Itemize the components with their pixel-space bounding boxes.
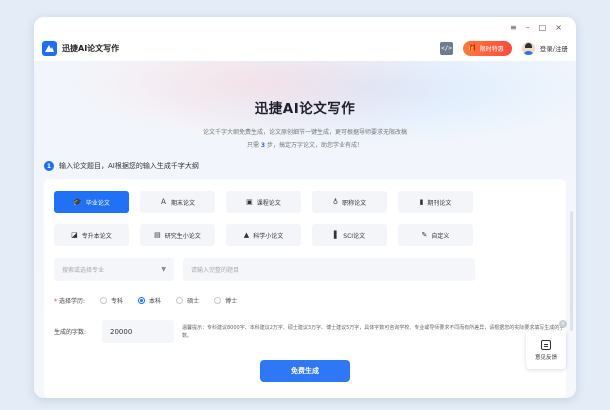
doc-icon: ◪ [71,231,78,239]
radio-button[interactable] [100,297,108,304]
degree-option-label: 硕士 [187,298,200,305]
code-icon[interactable]: </> [440,41,454,55]
paper-type-label: 专升本论文 [81,232,112,240]
letter-a-icon: Ａ [159,198,167,206]
radio-button[interactable] [176,297,184,304]
generate-button[interactable]: 免费生成 [260,360,350,382]
hero-subtitle: 论文千字大纲免费生成，论文原创细节一键生成，更可根据导师要求无限改稿 [202,129,407,136]
degree-option-label: 专科 [111,298,124,305]
degree-option[interactable]: 专科 [100,296,123,305]
book-icon: ▣ [246,198,253,206]
steps-count: 3 [260,142,266,149]
paper-type-button[interactable]: 🎓 毕业论文 [54,191,129,213]
paper-type-button[interactable]: ▲ 科学小论文 [226,224,301,246]
feedback-label: 意见反馈 [534,354,557,361]
title-bar: 迅捷AI论文写作 </> 🎁 限时特惠 登录/注册 [34,35,576,61]
scrollbar[interactable] [570,211,573,331]
paper-type-button[interactable]: ▌ SCI论文 [312,224,387,246]
graduation-cap-icon: 🎓 [73,198,82,206]
app-window: ≡ – □ × 迅捷AI论文写作 </> 🎁 限时特惠 登录/注册 迅捷AI论文… [34,17,576,398]
minimize-icon[interactable]: – [526,21,530,35]
degree-option[interactable]: 硕士 [176,296,199,305]
paper-type-label: 毕业论文 [85,199,110,207]
paper-type-label: 研究生小论文 [164,232,201,240]
step-text: 输入论文题目，AI根据您的输入生成千字大纲 [59,162,199,170]
window-controls: ≡ – □ × [510,21,562,35]
paper-type-label: 期末论文 [170,199,195,207]
paper-type-button[interactable]: ▤ 研究生小论文 [140,224,215,246]
paper-type-label: 科学小论文 [253,232,284,240]
paper-type-button[interactable]: ♁ 职称论文 [312,191,387,213]
feedback-close-icon[interactable]: × [559,320,567,328]
gift-icon: 🎁 [468,44,477,52]
avatar [521,41,535,55]
major-select[interactable]: 搜索或选择专业 ▼ [54,258,174,281]
steps-prefix: 只需 [246,142,259,149]
main-content: 迅捷AI论文写作 论文千字大纲免费生成，论文原创细节一键生成，更可根据导师要求无… [34,61,576,398]
wordcount-label: 生成的字数: [54,329,87,336]
radio-button[interactable] [214,297,222,304]
radio-button[interactable] [138,297,146,304]
pen-icon: ✎ [421,231,428,239]
paper-type-button[interactable]: ◪ 专升本论文 [54,224,129,246]
wordcount-tip: 温馨提示：专科建议8000字、本科建议2万字、硕士建议3万字、博士建议5万字，具… [182,324,565,339]
feedback-icon [541,339,551,350]
login-button[interactable]: 登录/注册 [521,41,568,55]
step-indicator: 1 输入论文题目，AI根据您的输入生成千字大纲 [44,161,199,171]
medal-icon: ♁ [332,198,339,206]
paper-type-button[interactable]: ▮ 期刊论文 [398,191,473,213]
required-mark: * [54,298,57,305]
degree-option[interactable]: 博士 [214,296,237,305]
chevron-down-icon: ▼ [161,266,166,273]
degree-selector: * 选择学历: 专科 本科 硕士 博士 [54,296,237,305]
building-icon: ▤ [154,231,161,239]
paper-type-label: 课程论文 [256,199,281,207]
page-title: 迅捷AI论文写作 [254,101,356,117]
journal-icon: ▮ [419,198,424,206]
title-input[interactable]: 请输入完整的题目 [183,258,475,281]
form-panel: 🎓 毕业论文 Ａ 期末论文 ▣ 课程论文 ♁ 职称论文 ▮ 期刊论文 ◪ 专升本论文 ▤ 研究生小论文 ▲ 科… [44,179,566,398]
major-placeholder: 搜索或选择专业 [62,267,105,274]
feedback-button[interactable]: 意见反馈 [526,331,566,369]
paper-type-button[interactable]: ▣ 课程论文 [226,191,301,213]
close-icon[interactable]: × [555,21,562,35]
degree-option[interactable]: 本科 [138,296,161,305]
app-logo-icon [42,40,57,56]
degree-label-text: 选择学历: [59,298,86,305]
paper-type-label: 职称论文 [342,199,367,207]
wordcount-input[interactable]: 20000 [102,320,174,343]
degree-option-label: 博士 [225,298,238,305]
app-title: 迅捷AI论文写作 [62,43,120,53]
hero-subtitle-steps: 只需 3 步，搞定万字论文，助您学业有成！ [34,140,576,149]
menu-icon[interactable]: ≡ [510,21,517,35]
degree-option-label: 本科 [149,298,162,305]
paper-type-label: 自定义 [431,232,450,240]
flask-icon: ▲ [243,231,250,239]
promo-label: 限时特惠 [479,45,504,53]
step-number: 1 [44,161,54,171]
paper-type-grid: 🎓 毕业论文 Ａ 期末论文 ▣ 课程论文 ♁ 职称论文 ▮ 期刊论文 ◪ 专升本论文 ▤ 研究生小论文 ▲ 科… [54,191,473,246]
login-label: 登录/注册 [539,45,568,53]
sci-icon: ▌ [333,231,340,239]
paper-type-button[interactable]: Ａ 期末论文 [140,191,215,213]
steps-suffix: 步，搞定万字论文，助您学业有成！ [267,142,364,149]
paper-type-label: SCI论文 [343,232,366,240]
maximize-icon[interactable]: □ [539,21,547,35]
paper-type-label: 期刊论文 [427,199,452,207]
wordcount-row: 生成的字数: 20000 温馨提示：专科建议8000字、本科建议2万字、硕士建议… [54,320,570,343]
promo-button[interactable]: 🎁 限时特惠 [463,40,512,56]
paper-type-button[interactable]: ✎ 自定义 [398,224,473,246]
degree-label: * 选择学历: [54,296,85,305]
input-row: 搜索或选择专业 ▼ 请输入完整的题目 [54,258,475,281]
